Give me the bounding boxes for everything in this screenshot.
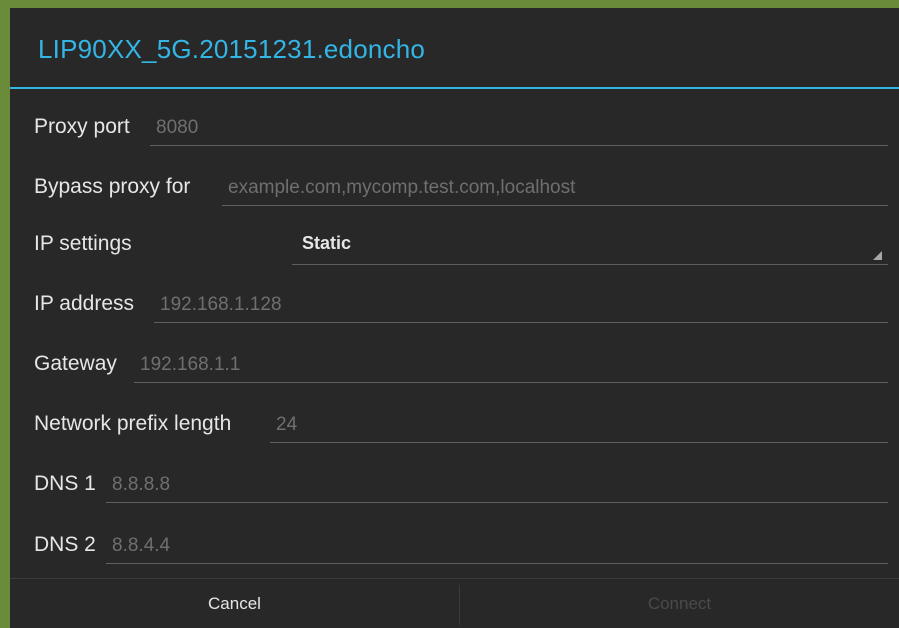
ip-address-field [154, 288, 888, 323]
title-divider [10, 87, 899, 89]
proxy-port-field [150, 111, 888, 146]
ip-address-row: IP address [10, 282, 899, 330]
dialog-button-bar: Cancel Connect [10, 578, 899, 628]
bypass-proxy-input[interactable] [228, 175, 882, 201]
dns1-row: DNS 1 [10, 462, 899, 510]
gateway-input[interactable] [140, 352, 882, 378]
proxy-port-row: Proxy port [10, 105, 899, 153]
ip-settings-selected-value: Static [302, 233, 352, 253]
gateway-field [134, 348, 888, 383]
dns2-label: DNS 2 [34, 533, 96, 556]
bypass-proxy-label: Bypass proxy for [34, 175, 191, 198]
dialog-header: LIP90XX_5G.20151231.edoncho [10, 8, 899, 89]
connect-button[interactable]: Connect [460, 579, 899, 628]
proxy-port-label: Proxy port [34, 115, 130, 138]
network-prefix-length-row: Network prefix length [10, 402, 899, 450]
dns1-label: DNS 1 [34, 472, 96, 495]
cancel-button[interactable]: Cancel [10, 579, 459, 628]
ip-settings-row: IP settings Static [10, 222, 899, 270]
dns2-input[interactable] [112, 533, 882, 559]
network-prefix-length-label: Network prefix length [34, 412, 232, 435]
gateway-row: Gateway [10, 342, 899, 390]
bypass-proxy-field [222, 171, 888, 206]
wifi-config-dialog: LIP90XX_5G.20151231.edoncho Proxy port B… [10, 8, 899, 628]
network-name-title: LIP90XX_5G.20151231.edoncho [38, 34, 426, 64]
dropdown-arrow-icon [873, 251, 882, 260]
network-prefix-length-field [270, 408, 888, 443]
ip-settings-dropdown[interactable]: Static [292, 224, 888, 265]
ip-address-label: IP address [34, 292, 135, 315]
dns2-row: DNS 2 [10, 523, 899, 571]
ip-address-input[interactable] [160, 292, 882, 318]
network-prefix-length-input[interactable] [276, 412, 882, 438]
ip-settings-label: IP settings [34, 232, 132, 255]
dns1-field [106, 468, 888, 503]
proxy-port-input[interactable] [156, 115, 882, 141]
bypass-proxy-row: Bypass proxy for [10, 165, 899, 213]
dns2-field [106, 529, 888, 564]
gateway-label: Gateway [34, 352, 117, 375]
dns1-input[interactable] [112, 472, 882, 498]
